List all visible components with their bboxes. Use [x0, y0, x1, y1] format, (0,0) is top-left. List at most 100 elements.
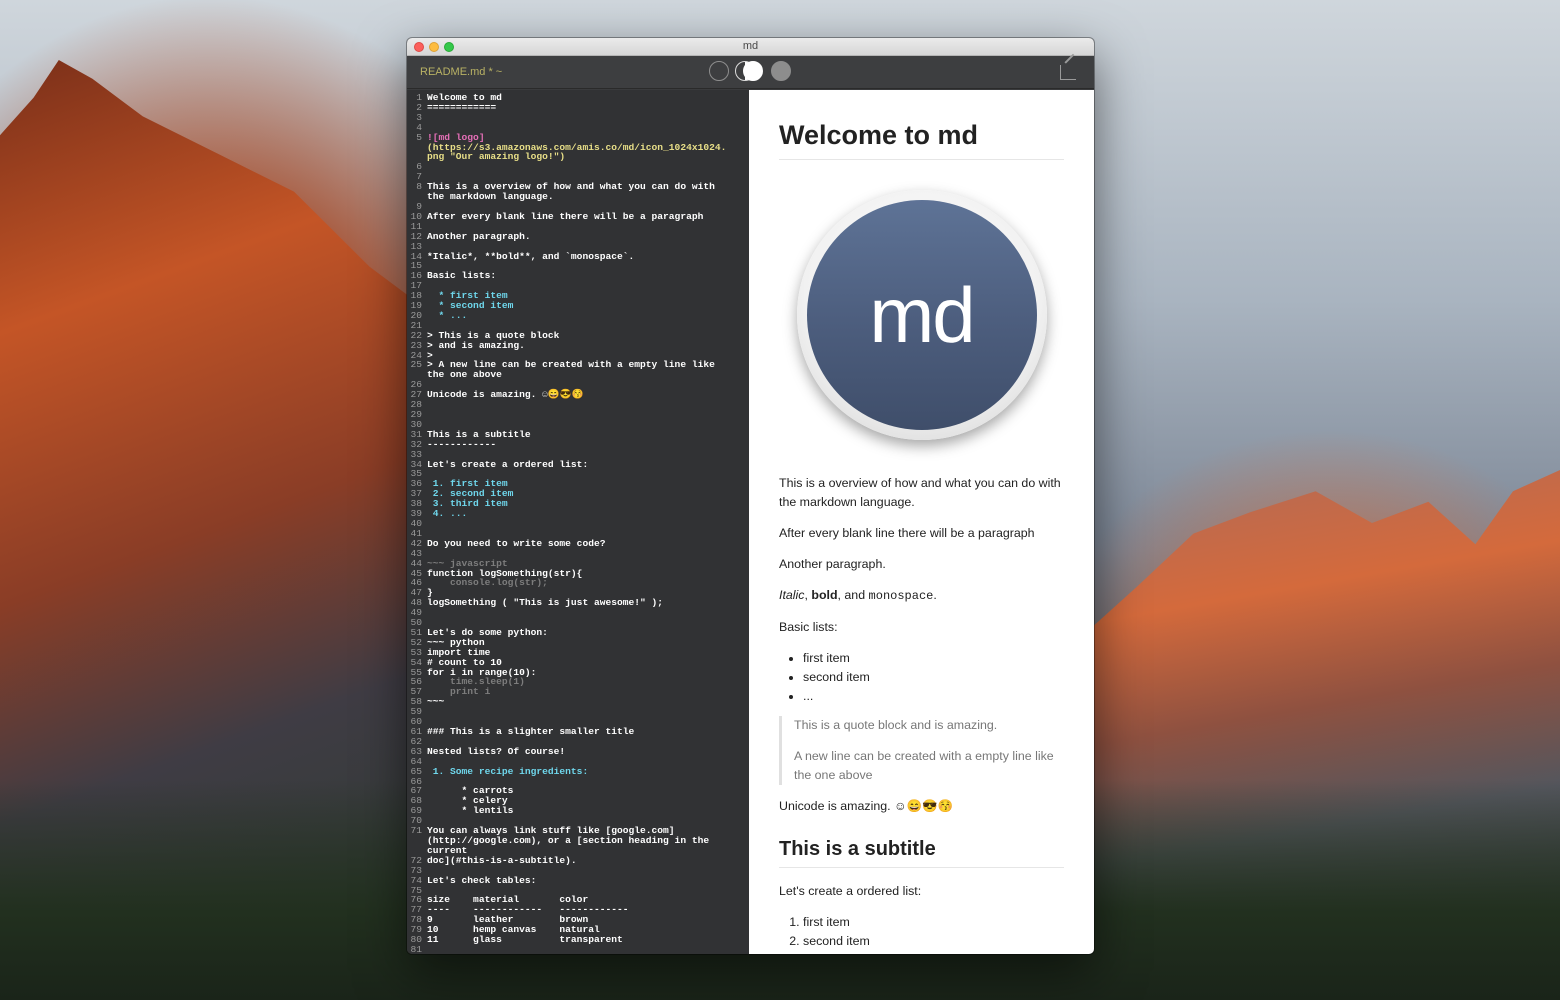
line-text[interactable]: *Italic*, **bold**, and `monospace`. [427, 251, 634, 262]
line-text[interactable]: (http://google.com), or a [section headi… [427, 836, 709, 846]
line-text[interactable]: 1. Some recipe ingredients: [427, 766, 588, 777]
line-text[interactable]: Let's create a ordered list: [427, 459, 588, 470]
editor-line[interactable]: the one above [407, 370, 749, 380]
line-text[interactable]: Basic lists: [427, 271, 496, 281]
editor-line[interactable]: 27 Unicode is amazing. ☺😄😎😚 [407, 390, 749, 400]
line-text[interactable]: the markdown language. [427, 192, 554, 202]
editor-line[interactable]: 10 After every blank line there will be a… [407, 211, 749, 222]
markdown-preview: Welcome to md md This is a overview of h… [749, 90, 1094, 954]
line-text[interactable]: * ... [427, 311, 468, 321]
editor-line[interactable]: 80 11 glass transparent [407, 935, 749, 945]
editor-only-mode-button[interactable] [709, 61, 729, 81]
preview-only-mode-button[interactable] [771, 61, 791, 81]
list-item: second item [803, 932, 1064, 951]
line-text[interactable]: doc](#this-is-a-subtitle). [427, 855, 577, 866]
monospace-text: monospace [868, 589, 934, 603]
line-text[interactable]: Do you need to write some code? [427, 538, 605, 549]
line-text[interactable]: After every blank line there will be a p… [427, 211, 703, 222]
line-text[interactable]: Another paragraph. [427, 231, 531, 242]
bullet-list: first item second item ... [803, 649, 1064, 706]
editor-line[interactable]: 69 * lentils [407, 806, 749, 816]
preview-paragraph: Another paragraph. [779, 557, 886, 571]
line-text[interactable]: > and is amazing. [427, 340, 525, 351]
line-text[interactable]: png "Our amazing logo!") [427, 152, 565, 162]
editor-line[interactable]: 28 [407, 400, 749, 410]
line-text[interactable]: 4. ... [427, 509, 468, 519]
preview-paragraph: Basic lists: [779, 620, 838, 634]
editor-line[interactable]: 32 ------------ [407, 439, 749, 450]
line-number: 25 [410, 359, 422, 371]
editor-line[interactable]: 29 [407, 410, 749, 420]
editor-line[interactable]: 59 [407, 707, 749, 717]
editor-line[interactable]: 6 [407, 162, 749, 172]
list-item: first item [803, 913, 1064, 932]
toolbar: README.md * ~ [407, 56, 1094, 89]
window-title: md [742, 40, 759, 52]
editor-line[interactable]: 74 Let's check tables: [407, 875, 749, 886]
document-filename[interactable]: README.md * ~ [420, 66, 502, 78]
ordered-list: first item second item [803, 913, 1064, 951]
editor-line[interactable]: 16 Basic lists: [407, 271, 749, 281]
editor-line[interactable]: 34 Let's create a ordered list: [407, 459, 749, 470]
markdown-editor[interactable]: 1 Welcome to md 2 ============ 3 4 5 ![md logo]… [407, 90, 749, 954]
editor-line[interactable]: 40 [407, 519, 749, 529]
line-number: 13 [410, 240, 422, 252]
bold-text: bold [811, 588, 838, 602]
editor-line[interactable]: 57 print i [407, 687, 749, 697]
editor-line[interactable]: 65 1. Some recipe ingredients: [407, 766, 749, 777]
line-text[interactable]: the one above [427, 370, 502, 380]
editor-line[interactable]: 2 ============ [407, 103, 749, 113]
italic-text: Italic [779, 588, 805, 602]
preview-paragraph: Let's create a ordered list: [779, 884, 922, 898]
line-text[interactable]: Nested lists? Of course! [427, 746, 565, 757]
quote-paragraph: A new line can be created with a empty l… [794, 749, 1054, 782]
editor-line[interactable]: 81 [407, 945, 749, 954]
line-number: 81 [410, 943, 422, 954]
split-panes: 1 Welcome to md 2 ============ 3 4 5 ![md logo]… [407, 90, 1094, 954]
separator-text: , and [837, 588, 869, 602]
line-number: 8 [416, 181, 422, 193]
list-item: ... [803, 687, 1064, 706]
editor-line[interactable]: 13 [407, 240, 749, 252]
editor-line[interactable]: 46 console.log(str); [407, 578, 749, 588]
line-text[interactable]: * lentils [427, 806, 514, 816]
line-text[interactable]: ### This is a slighter smaller title [427, 727, 634, 737]
line-text[interactable]: Unicode is amazing. ☺😄😎😚 [427, 390, 584, 400]
editor-line[interactable]: 48 logSomething ( "This is just awesome!"… [407, 598, 749, 608]
editor-line[interactable]: 58 ~~~ [407, 697, 749, 707]
line-text[interactable]: Let's check tables: [427, 875, 536, 886]
editor-line[interactable]: 3 [407, 112, 749, 123]
line-number [407, 143, 427, 153]
line-number: 5 [416, 131, 422, 143]
logo-image: md [779, 190, 1064, 440]
line-number: 71 [410, 825, 422, 837]
editor-line[interactable]: 72 doc](#this-is-a-subtitle). [407, 855, 749, 866]
editor-line[interactable]: 42 Do you need to write some code? [407, 538, 749, 549]
editor-line[interactable]: 20 * ... [407, 311, 749, 321]
line-text[interactable]: 11 glass transparent [427, 935, 623, 945]
line-number [407, 836, 427, 846]
preview-heading-2: This is a subtitle [779, 838, 1064, 868]
line-text[interactable]: ============ [427, 103, 496, 113]
preview-formatting-paragraph: Italic, bold, and monospace. [779, 586, 1064, 606]
preview-paragraph: After every blank line there will be a p… [779, 526, 1035, 540]
share-icon[interactable] [1060, 65, 1076, 80]
editor-line[interactable]: 44 ~~~ javascript [407, 558, 749, 569]
quote-paragraph: This is a quote block and is amazing. [794, 718, 998, 732]
editor-line[interactable]: 14 *Italic*, **bold**, and `monospace`. [407, 251, 749, 262]
logo-disc: md [806, 200, 1037, 430]
view-mode-switcher [709, 61, 793, 83]
editor-line[interactable]: 12 Another paragraph. [407, 231, 749, 242]
editor-line[interactable]: 39 4. ... [407, 509, 749, 519]
line-text[interactable]: console.log(str); [427, 578, 548, 588]
editor-line[interactable]: 61 ### This is a slighter smaller title [407, 727, 749, 737]
editor-line[interactable]: 63 Nested lists? Of course! [407, 746, 749, 757]
editor-line[interactable]: the markdown language. [407, 192, 749, 202]
line-text[interactable]: ~~~ [427, 697, 444, 707]
editor-line[interactable]: png "Our amazing logo!") [407, 152, 749, 162]
line-text[interactable]: ------------ [427, 439, 496, 450]
editor-line[interactable]: 23 > and is amazing. [407, 340, 749, 351]
line-text[interactable]: ~~~ javascript [427, 558, 508, 569]
line-text[interactable]: logSomething ( "This is just awesome!" )… [427, 598, 663, 608]
editor-line[interactable]: 49 [407, 608, 749, 618]
